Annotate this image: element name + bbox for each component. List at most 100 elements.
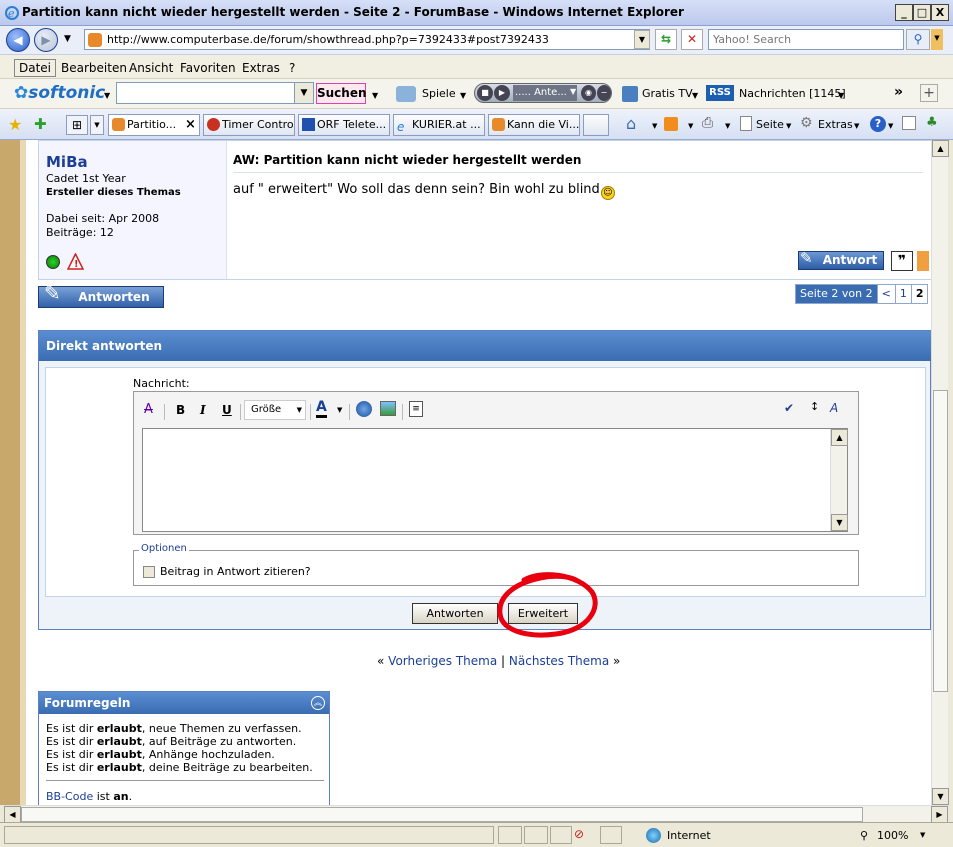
font-size-select[interactable]: Größe ▼ bbox=[244, 400, 306, 420]
popup-blocked-icon[interactable]: ⊘ bbox=[574, 827, 584, 841]
print-dropdown-icon[interactable]: ▼ bbox=[725, 122, 730, 130]
tab-kann-die[interactable]: Kann die Vi... bbox=[488, 114, 580, 136]
minimize-button[interactable]: _ bbox=[895, 4, 913, 21]
prev-thread-link[interactable]: Vorheriges Thema bbox=[388, 654, 497, 668]
resize-editor-icon[interactable]: ↕ bbox=[810, 400, 819, 413]
add-icon[interactable]: + bbox=[920, 84, 938, 102]
spiele-button[interactable]: Spiele bbox=[422, 87, 456, 100]
quick-tabs-icon[interactable]: ⊞ bbox=[66, 115, 88, 135]
help-icon[interactable]: ? bbox=[870, 116, 886, 132]
tab-list-dropdown-icon[interactable]: ▼ bbox=[90, 115, 104, 135]
research-icon[interactable] bbox=[902, 116, 916, 130]
more-tools-button[interactable]: » bbox=[894, 84, 903, 100]
bbcode-link[interactable]: BB-Code bbox=[46, 790, 93, 803]
favorites-star-icon[interactable]: ★ bbox=[8, 115, 22, 134]
softonic-search-button[interactable]: Suchen bbox=[316, 83, 367, 104]
italic-icon[interactable]: I bbox=[200, 403, 206, 417]
menu-bearbeiten[interactable]: Bearbeiten bbox=[61, 61, 127, 75]
scroll-up-icon[interactable]: ▲ bbox=[932, 140, 949, 157]
add-favorite-icon[interactable]: ✚ bbox=[34, 115, 47, 133]
menu-datei[interactable]: Datei bbox=[14, 59, 57, 77]
tools-dropdown-icon[interactable]: ▼ bbox=[854, 122, 859, 130]
back-icon[interactable]: ◀ bbox=[6, 28, 30, 52]
gratis-tv-button[interactable]: Gratis TV bbox=[642, 87, 693, 100]
search-input[interactable]: Yahoo! Search bbox=[708, 29, 904, 50]
url-input[interactable]: http://www.computerbase.de/forum/showthr… bbox=[84, 29, 650, 50]
history-dropdown-icon[interactable]: ▼ bbox=[64, 34, 71, 44]
home-dropdown-icon[interactable]: ▼ bbox=[652, 122, 657, 130]
page-menu-button[interactable]: Seite bbox=[756, 118, 784, 131]
next-thread-link[interactable]: Nächstes Thema bbox=[509, 654, 609, 668]
stop-radio-icon[interactable]: ■ bbox=[477, 85, 493, 101]
radio-station-dropdown-icon[interactable]: ▼ bbox=[570, 87, 576, 96]
textarea-scroll-up-icon[interactable]: ▲ bbox=[831, 429, 848, 446]
menu-help[interactable]: ? bbox=[289, 61, 295, 75]
radio-station[interactable]: ..... Ante... bbox=[513, 85, 577, 101]
font-color-dropdown-icon[interactable]: ▼ bbox=[337, 406, 342, 414]
tools-menu-button[interactable]: Extras bbox=[818, 118, 853, 131]
nachrichten-dropdown-icon[interactable]: ▼ bbox=[838, 91, 844, 100]
play-radio-icon[interactable]: ▶ bbox=[494, 85, 510, 101]
print-icon[interactable]: ⎙ bbox=[702, 115, 713, 131]
gratis-tv-dropdown-icon[interactable]: ▼ bbox=[692, 91, 698, 100]
nachrichten-button[interactable]: Nachrichten [1145] bbox=[739, 87, 846, 100]
stop-icon[interactable]: ✕ bbox=[681, 29, 703, 50]
scroll-thumb[interactable] bbox=[933, 390, 948, 692]
spiele-dropdown-icon[interactable]: ▼ bbox=[460, 91, 466, 100]
menu-ansicht[interactable]: Ansicht bbox=[129, 61, 173, 75]
pagination-prev[interactable]: < bbox=[876, 285, 895, 303]
quote-icon[interactable] bbox=[917, 251, 929, 271]
tab-timer-control[interactable]: Timer Control bbox=[203, 114, 295, 136]
menu-extras[interactable]: Extras bbox=[242, 61, 280, 75]
scroll-left-icon[interactable]: ◀ bbox=[4, 806, 21, 823]
page-horizontal-scrollbar[interactable]: ◀ ▶ bbox=[4, 805, 948, 823]
radio-player[interactable]: ■ ▶ ..... Ante... ▼ ◉ − bbox=[474, 83, 612, 103]
menu-favoriten[interactable]: Favoriten bbox=[180, 61, 236, 75]
message-textarea[interactable] bbox=[142, 428, 848, 532]
tab-kurier[interactable]: e KURIER.at ... bbox=[393, 114, 485, 136]
search-options-icon[interactable]: ▼ bbox=[931, 29, 943, 50]
page-vertical-scrollbar[interactable]: ▲ ▼ bbox=[931, 140, 949, 805]
url-dropdown-icon[interactable]: ▼ bbox=[634, 30, 650, 49]
new-tab-button[interactable] bbox=[583, 114, 609, 136]
maximize-button[interactable]: □ bbox=[913, 4, 931, 21]
softonic-menu-icon[interactable]: ▼ bbox=[104, 91, 110, 100]
spellcheck-icon[interactable]: ✔ bbox=[784, 401, 794, 415]
insert-quote-icon[interactable]: ≡ bbox=[409, 401, 423, 417]
mute-icon[interactable]: − bbox=[597, 85, 611, 101]
bold-icon[interactable]: B bbox=[176, 403, 185, 417]
close-button[interactable]: X bbox=[931, 4, 949, 21]
multi-quote-icon[interactable]: ❞ bbox=[891, 251, 913, 271]
softonic-search-options-icon[interactable]: ▼ bbox=[372, 91, 378, 100]
search-go-icon[interactable]: ⚲ bbox=[906, 29, 930, 50]
messenger-icon[interactable]: ♣ bbox=[926, 115, 938, 130]
quote-post-checkbox[interactable] bbox=[143, 566, 155, 578]
feeds-icon[interactable] bbox=[664, 117, 678, 131]
insert-image-icon[interactable] bbox=[380, 401, 396, 416]
home-icon[interactable]: ⌂ bbox=[626, 114, 636, 133]
zoom-level[interactable]: 100% bbox=[877, 829, 908, 842]
pagination-page-1[interactable]: 1 bbox=[894, 285, 911, 303]
softonic-search-dropdown-icon[interactable]: ▼ bbox=[294, 83, 313, 103]
tab-orf-teletext[interactable]: ORF Telete... bbox=[298, 114, 390, 136]
tab-close-icon[interactable]: × bbox=[185, 115, 196, 135]
insert-link-icon[interactable] bbox=[356, 401, 372, 417]
textarea-scroll-down-icon[interactable]: ▼ bbox=[831, 514, 848, 531]
scroll-right-icon[interactable]: ▶ bbox=[931, 806, 948, 823]
page-dropdown-icon[interactable]: ▼ bbox=[786, 122, 791, 130]
submit-reply-button[interactable]: Antworten bbox=[412, 603, 498, 624]
textarea-scrollbar[interactable]: ▲ ▼ bbox=[830, 429, 848, 531]
switch-editor-mode-icon[interactable]: A bbox=[830, 401, 838, 415]
feeds-dropdown-icon[interactable]: ▼ bbox=[688, 122, 693, 130]
hscroll-thumb[interactable] bbox=[21, 807, 863, 822]
tab-partition[interactable]: Partitio... × bbox=[108, 114, 200, 136]
scroll-down-icon[interactable]: ▼ bbox=[932, 788, 949, 805]
underline-icon[interactable]: U bbox=[222, 403, 232, 417]
zoom-dropdown-icon[interactable]: ▼ bbox=[920, 831, 925, 839]
refresh-icon[interactable]: ⇆ bbox=[655, 29, 677, 50]
post-username[interactable]: MiBa bbox=[46, 153, 88, 171]
forward-icon[interactable]: ▶ bbox=[34, 28, 58, 52]
remove-format-icon[interactable]: A bbox=[144, 402, 153, 417]
report-warning-icon[interactable]: ! bbox=[67, 253, 84, 270]
font-color-icon[interactable]: A bbox=[316, 399, 327, 418]
